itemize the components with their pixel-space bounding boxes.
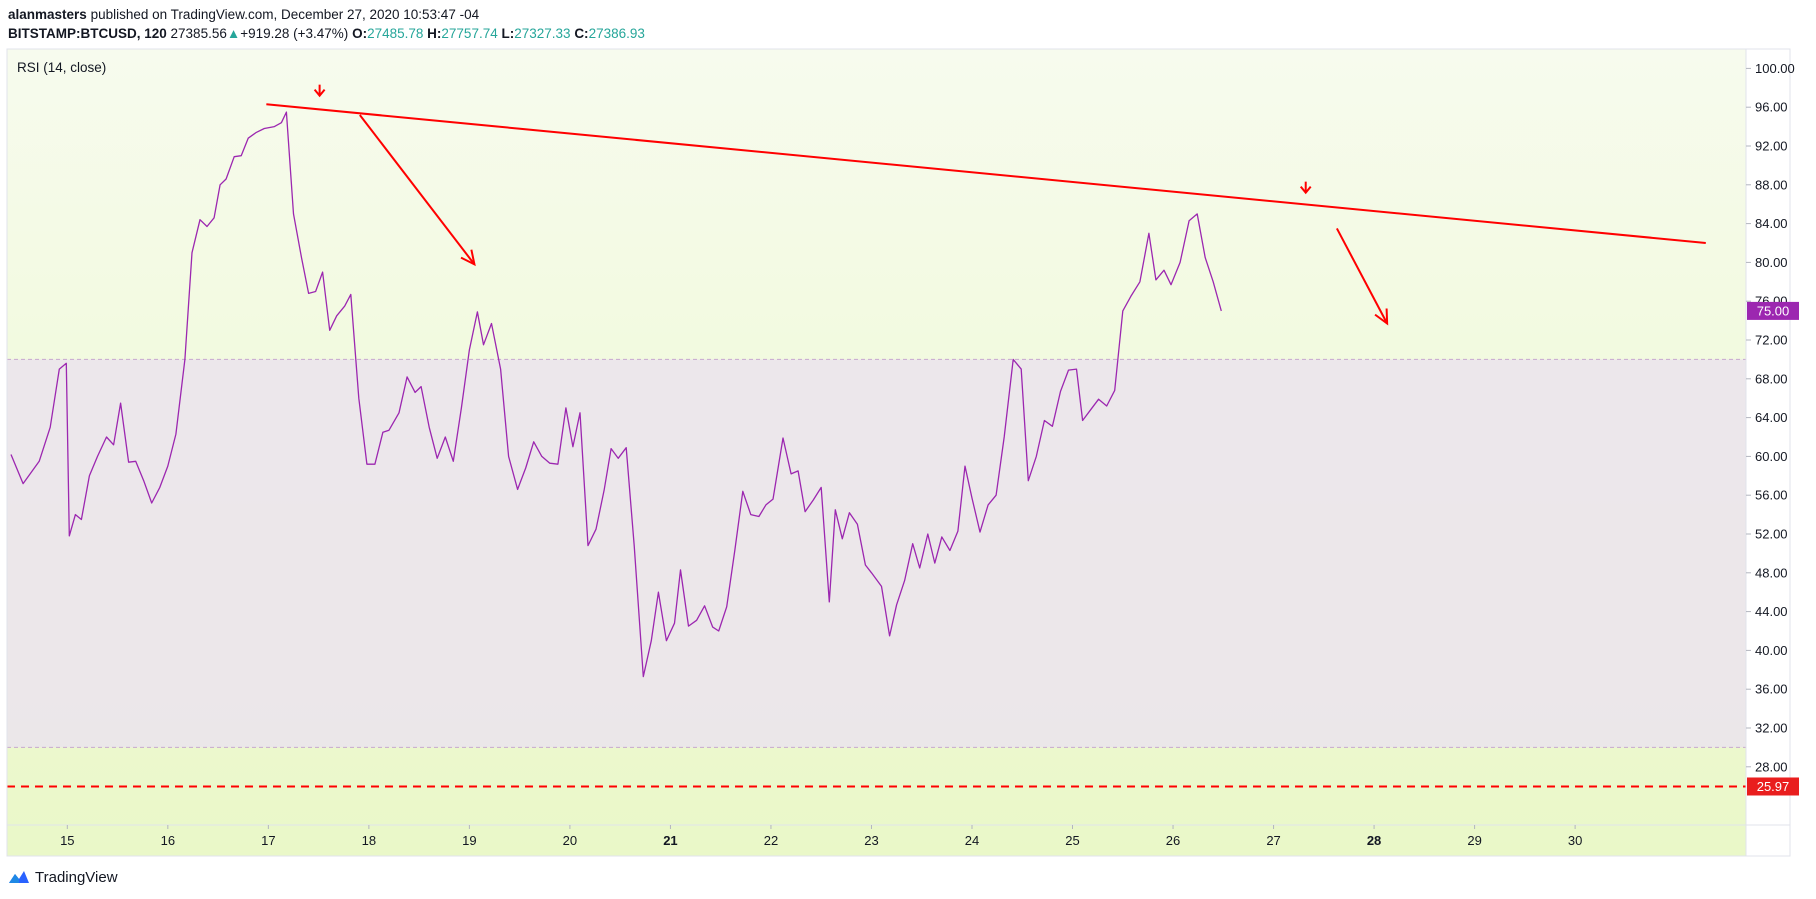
x-tick-label: 27 (1266, 833, 1280, 848)
footer: TradingView (8, 866, 118, 888)
x-tick-label: 21 (663, 833, 677, 848)
x-tick-label: 29 (1467, 833, 1481, 848)
indicator-title[interactable]: RSI (14, close) (17, 60, 106, 75)
rsi-chart[interactable]: 100.0096.0092.0088.0084.0080.0076.0072.0… (0, 0, 1816, 899)
tradingview-logo-icon (9, 871, 29, 883)
y-tick-label: 68.00 (1755, 371, 1788, 386)
y-tick-label: 64.00 (1755, 410, 1788, 425)
x-tick-label: 17 (261, 833, 275, 848)
x-tick-label: 26 (1166, 833, 1180, 848)
y-tick-label: 36.00 (1755, 682, 1788, 697)
footer-brand[interactable]: TradingView (35, 869, 118, 886)
x-tick-label: 28 (1367, 833, 1381, 848)
current-value-badge-label: 75.00 (1757, 303, 1790, 318)
y-tick-label: 92.00 (1755, 139, 1788, 154)
x-tick-label: 20 (563, 833, 577, 848)
y-tick-label: 28.00 (1755, 759, 1788, 774)
y-tick-label: 56.00 (1755, 488, 1788, 503)
y-tick-label: 84.00 (1755, 216, 1788, 231)
y-tick-label: 80.00 (1755, 255, 1788, 270)
x-tick-label: 25 (1065, 833, 1079, 848)
y-tick-label: 100.00 (1755, 61, 1795, 76)
x-tick-label: 24 (965, 833, 979, 848)
y-tick-label: 72.00 (1755, 333, 1788, 348)
marker-value-badge-label: 25.97 (1757, 779, 1790, 794)
y-tick-label: 60.00 (1755, 449, 1788, 464)
x-tick-label: 30 (1568, 833, 1582, 848)
y-tick-label: 88.00 (1755, 177, 1788, 192)
y-tick-label: 52.00 (1755, 527, 1788, 542)
rsi-band-fill (7, 359, 1746, 748)
x-tick-label: 16 (161, 833, 175, 848)
price-axis[interactable]: 100.0096.0092.0088.0084.0080.0076.0072.0… (1745, 49, 1795, 856)
x-tick-label: 15 (60, 833, 74, 848)
y-tick-label: 44.00 (1755, 604, 1788, 619)
y-tick-label: 40.00 (1755, 643, 1788, 658)
y-tick-label: 96.00 (1755, 100, 1788, 115)
y-tick-label: 48.00 (1755, 565, 1788, 580)
x-tick-label: 22 (764, 833, 778, 848)
x-tick-label: 23 (864, 833, 878, 848)
y-tick-label: 32.00 (1755, 721, 1788, 736)
x-tick-label: 18 (362, 833, 376, 848)
x-tick-label: 19 (462, 833, 476, 848)
